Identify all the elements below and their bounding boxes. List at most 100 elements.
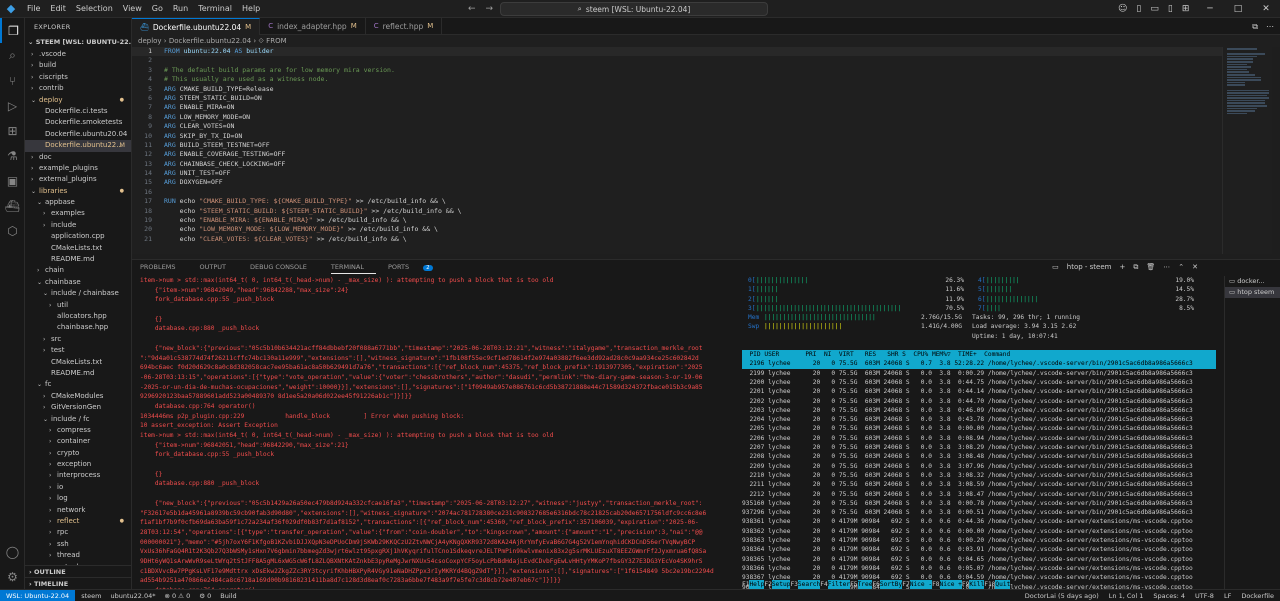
close-icon[interactable]: ✕ [1252, 4, 1280, 14]
source-control-icon[interactable]: ⑂ [0, 68, 25, 93]
copilot-icon[interactable]: ☺ [1118, 4, 1127, 14]
folder-item[interactable]: › container [25, 436, 131, 447]
kill-terminal-icon[interactable]: 🗑 [1146, 260, 1155, 274]
testing-icon[interactable]: ⚗ [0, 143, 25, 168]
folder-item[interactable]: › external_plugins [25, 174, 131, 185]
menu-run[interactable]: Run [168, 0, 193, 18]
folder-item[interactable]: › util [25, 300, 131, 311]
process-row[interactable]: 2208 lychee 20 0 75.5G 603M 24068 S 0.0 … [742, 452, 1216, 461]
process-row[interactable]: 2211 lychee 20 0 75.5G 603M 24068 S 0.0 … [742, 480, 1216, 489]
folder-item[interactable]: › ciscripts [25, 72, 131, 83]
folder-item[interactable]: › interprocess [25, 470, 131, 481]
editor-tab[interactable]: ⛴ Dockerfile.ubuntu22.04 M [132, 18, 261, 35]
folder-item[interactable]: › include [25, 220, 131, 231]
customize-layout-icon[interactable]: ⊞ [1182, 4, 1190, 14]
folder-item[interactable]: › build [25, 60, 131, 71]
process-row[interactable]: 2199 lychee 20 0 75.5G 603M 24068 S 0.0 … [742, 369, 1216, 378]
folder-item[interactable]: ⌄ include / fc [25, 414, 131, 425]
folder-item[interactable]: ⌄ deploy [25, 95, 131, 106]
status-item[interactable]: ubuntu22.04* [110, 592, 155, 600]
toggle-sidebar-icon[interactable]: ▯ [1136, 4, 1141, 14]
panel-tab-ports[interactable]: PORTS 2 [388, 260, 445, 274]
status-item[interactable]: steem [81, 592, 101, 600]
more-icon[interactable]: ⋯ [1163, 260, 1170, 274]
process-row[interactable]: 2203 lychee 20 0 75.5G 603M 24068 S 0.0 … [742, 406, 1216, 415]
folder-item[interactable]: ⌄ appbase [25, 197, 131, 208]
menu-selection[interactable]: Selection [71, 0, 118, 18]
manage-gear-icon[interactable]: ⚙ [0, 564, 25, 589]
terminal-list-item[interactable]: ▭ htop steem [1225, 287, 1280, 298]
process-row[interactable]: 2201 lychee 20 0 75.5G 603M 24068 S 0.0 … [742, 387, 1216, 396]
process-row[interactable]: 2209 lychee 20 0 75.5G 603M 24068 S 0.0 … [742, 462, 1216, 471]
breadcrumb[interactable]: deploy › Dockerfile.ubuntu22.04 › ⟐ FROM [132, 35, 1280, 47]
folder-item[interactable]: › examples [25, 208, 131, 219]
maximize-icon[interactable]: □ [1224, 4, 1252, 14]
explorer-icon[interactable]: ❐ [0, 18, 25, 43]
panel-tab-problems[interactable]: PROBLEMS [140, 260, 187, 274]
menu-file[interactable]: File [22, 0, 45, 18]
process-row[interactable]: 938365 lychee 20 0 4179M 90984 692 S 0.0… [742, 555, 1216, 564]
file-item[interactable]: application.cpp [25, 231, 131, 242]
status-item[interactable]: Spaces: 4 [1153, 590, 1185, 601]
process-row[interactable]: 938361 lychee 20 0 4179M 90984 692 S 0.0… [742, 517, 1216, 526]
process-row[interactable]: 2200 lychee 20 0 75.5G 603M 24068 S 0.0 … [742, 378, 1216, 387]
folder-item[interactable]: ⌄ fc [25, 379, 131, 390]
folder-item[interactable]: ⌄ libraries [25, 186, 131, 197]
process-row[interactable]: 938364 lychee 20 0 4179M 90984 692 S 0.0… [742, 545, 1216, 554]
folder-item[interactable]: › compress [25, 425, 131, 436]
maximize-panel-icon[interactable]: ⌃ [1178, 260, 1184, 274]
accounts-icon[interactable]: ◯ [0, 539, 25, 564]
panel-tab-debug-console[interactable]: DEBUG CONSOLE [250, 260, 319, 274]
panel-tab-output[interactable]: OUTPUT [199, 260, 238, 274]
folder-item[interactable]: › rpc [25, 527, 131, 538]
file-item[interactable]: CMakeLists.txt [25, 243, 131, 254]
extensions-icon[interactable]: ⊞ [0, 118, 25, 143]
folder-item[interactable]: › test [25, 345, 131, 356]
file-item[interactable]: Dockerfile.ubuntu22... M [25, 140, 131, 152]
status-item[interactable]: UTF-8 [1195, 590, 1214, 601]
close-panel-icon[interactable]: ✕ [1192, 260, 1198, 274]
code-editor[interactable]: 1 FROM ubuntu:22.04 AS builder 2 3 # The def… [132, 47, 1222, 254]
folder-item[interactable]: › io [25, 482, 131, 493]
editor-tab[interactable]: Cindex_adapter.hpp M [260, 18, 366, 35]
split-terminal-icon[interactable]: ⧉ [1133, 260, 1138, 274]
new-terminal-icon[interactable]: + [1119, 260, 1125, 274]
menu-terminal[interactable]: Terminal [193, 0, 237, 18]
back-arrow-icon[interactable]: ← [468, 4, 476, 14]
folder-item[interactable]: › reflect [25, 516, 131, 527]
file-item[interactable]: CMakeLists.txt [25, 357, 131, 368]
folder-item[interactable]: › network [25, 505, 131, 516]
more-actions-icon[interactable]: ⋯ [1266, 18, 1274, 35]
folder-item[interactable]: › ssh [25, 539, 131, 550]
folder-item[interactable]: › chain [25, 265, 131, 276]
process-table-header[interactable]: PID USER PRI NI VIRT RES SHR S CPU% MEM%… [742, 350, 1216, 360]
minimize-icon[interactable]: ─ [1196, 4, 1224, 14]
toggle-panel-icon[interactable]: ▭ [1150, 4, 1159, 14]
command-center-search[interactable]: ⌕ steem [WSL: Ubuntu-22.04] [500, 2, 768, 16]
docker-icon[interactable]: ⛴ [0, 193, 25, 218]
process-row[interactable]: 938363 lychee 20 0 4179M 90984 692 S 0.0… [742, 536, 1216, 545]
folder-item[interactable]: › contrib [25, 83, 131, 94]
remote-explorer-icon[interactable]: ▣ [0, 168, 25, 193]
search-view-icon[interactable]: ⌕ [0, 43, 25, 68]
folder-item[interactable]: › log [25, 493, 131, 504]
status-item[interactable]: Dockerfile [1241, 590, 1274, 601]
folder-item[interactable]: › exception [25, 459, 131, 470]
process-row[interactable]: 2206 lychee 20 0 75.5G 603M 24068 S 0.0 … [742, 434, 1216, 443]
folder-item[interactable]: › .vscode [25, 49, 131, 60]
toggle-secondary-sidebar-icon[interactable]: ▯ [1168, 4, 1173, 14]
workspace-root[interactable]: ⌄ STEEM [WSL: UBUNTU-22.04] [25, 36, 131, 49]
folder-item[interactable]: › example_plugins [25, 163, 131, 174]
menu-go[interactable]: Go [147, 0, 168, 18]
process-row[interactable]: 937296 lychee 20 0 75.5G 603M 24068 S 0.… [742, 508, 1216, 517]
process-row[interactable]: 2204 lychee 20 0 75.5G 603M 24068 S 0.0 … [742, 415, 1216, 424]
file-item[interactable]: README.md [25, 368, 131, 379]
terminal-output[interactable]: item->num > std::max(int64_t( 0, int64_t… [132, 276, 732, 590]
terminal-list-item[interactable]: ▭ docker... [1225, 276, 1280, 287]
folder-item[interactable]: › thread [25, 550, 131, 561]
containers-icon[interactable]: ⬡ [0, 218, 25, 243]
menu-edit[interactable]: Edit [45, 0, 71, 18]
folder-item[interactable]: › doc [25, 152, 131, 163]
outline-section[interactable]: › OUTLINE [25, 565, 131, 577]
htop-view[interactable]: 0[|||||||||||||| 26.3% 4[||||||||| 19.0% 1[|… [742, 276, 1216, 590]
